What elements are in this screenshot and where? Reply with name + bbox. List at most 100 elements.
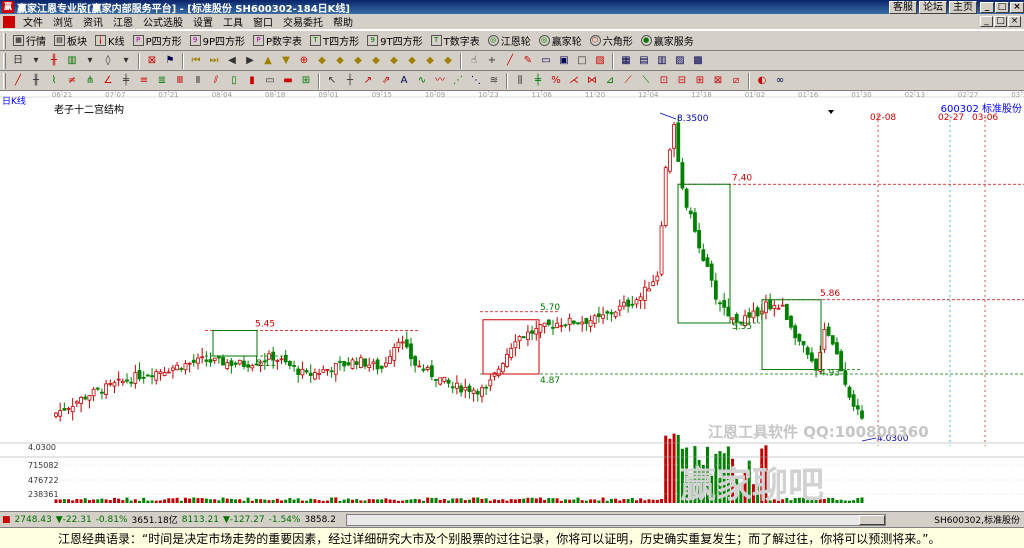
percent-tool-icon[interactable]: % <box>548 73 564 89</box>
hexagon-button[interactable]: ⬡ 六角形 <box>586 32 637 50</box>
maximize-button[interactable]: □ <box>995 1 1009 13</box>
diamond-icon[interactable]: ◆ <box>404 53 420 69</box>
gann-box-icon[interactable]: ⊿ <box>602 73 618 89</box>
mdi-minimize-button[interactable]: _ <box>980 16 993 27</box>
menu-formula[interactable]: 公式选股 <box>138 14 188 29</box>
box-tool-icon[interactable]: ▯ <box>226 73 242 89</box>
winner-service-button[interactable]: ● 赢家服务 <box>637 32 698 50</box>
minimize-button[interactable]: _ <box>980 1 994 13</box>
9p-square-button[interactable]: 9 9P四方形 <box>186 32 249 50</box>
channel-tool-icon[interactable]: ⫽ <box>208 73 224 89</box>
table-icon[interactable]: ▦ <box>618 53 634 69</box>
gann-square-icon[interactable]: ⊟ <box>674 73 690 89</box>
document-icon[interactable] <box>3 15 15 28</box>
ray-tool-icon[interactable]: ⇗ <box>378 73 394 89</box>
plus-icon[interactable]: + <box>484 53 500 69</box>
prev-icon[interactable]: ◀ <box>224 53 240 69</box>
box-tool-icon[interactable]: ▮ <box>244 73 260 89</box>
down-icon[interactable]: ▼ <box>278 53 294 69</box>
cycle-tool-icon[interactable]: Ⅱ <box>190 73 206 89</box>
chevron-down-icon[interactable]: ▾ <box>82 53 98 69</box>
menu-gann[interactable]: 江恩 <box>108 14 138 29</box>
fib-tool-icon[interactable]: ≣ <box>154 73 170 89</box>
table-icon[interactable]: ▤ <box>636 53 652 69</box>
text-tool-icon[interactable]: A <box>396 73 412 89</box>
diamond-icon[interactable]: ◆ <box>386 53 402 69</box>
arrow-tool-icon[interactable]: ↗ <box>360 73 376 89</box>
gann-grid-icon[interactable]: ⋈ <box>584 73 600 89</box>
toolbar-grip[interactable] <box>3 72 6 89</box>
last-icon[interactable]: ⏭ <box>206 53 222 69</box>
table-icon[interactable]: ▩ <box>690 53 706 69</box>
wave-tool-icon[interactable]: ∿ <box>414 73 430 89</box>
gann-angle-icon[interactable]: ⟋ <box>620 73 636 89</box>
wave-tool-icon[interactable]: 〰 <box>432 73 448 89</box>
bar-chart-icon[interactable]: ▥ <box>64 53 80 69</box>
diamond-icon[interactable]: ◆ <box>422 53 438 69</box>
t-number-table-button[interactable]: T T数字表 <box>427 32 484 50</box>
9t-square-button[interactable]: 9 9T四方形 <box>363 32 426 50</box>
rect-icon[interactable]: ▣ <box>556 53 572 69</box>
level-tool-icon[interactable]: ≋ <box>486 73 502 89</box>
diamond-icon[interactable]: ◆ <box>368 53 384 69</box>
grid-tool-icon[interactable]: ╪ <box>118 73 134 89</box>
menu-help[interactable]: 帮助 <box>328 14 358 29</box>
chart-tool-icon[interactable]: ╪ <box>530 73 546 89</box>
menu-tools[interactable]: 工具 <box>218 14 248 29</box>
link-home[interactable]: 主页 <box>949 0 977 14</box>
gann-square-icon[interactable]: ⊠ <box>710 73 726 89</box>
up-icon[interactable]: ▲ <box>260 53 276 69</box>
flag-icon[interactable]: ⚑ <box>162 53 178 69</box>
gann-square-icon[interactable]: ⊞ <box>692 73 708 89</box>
index-icon[interactable]: ◊ <box>100 53 116 69</box>
crosshair-icon[interactable]: ⊕ <box>296 53 312 69</box>
gann-square-icon[interactable]: ⊡ <box>656 73 672 89</box>
trend-tool-icon[interactable]: ⋰ <box>450 73 466 89</box>
chevron-down-icon[interactable]: ▾ <box>118 53 134 69</box>
fib-tool-icon[interactable]: ≡ <box>136 73 152 89</box>
quotes-button[interactable]: ▦ 行情 <box>9 32 50 50</box>
gann-square-icon[interactable]: ⧄ <box>728 73 744 89</box>
link-service[interactable]: 客服 <box>889 0 917 14</box>
toolbar-grip[interactable] <box>3 52 6 69</box>
parallel-tool-icon[interactable]: ≠ <box>64 73 80 89</box>
app-icon[interactable]: 赢 <box>2 1 14 13</box>
chart-canvas[interactable]: 06-21 07-07 07-21 08-04 08-18 09-01 09-15 10-09… <box>0 91 1024 511</box>
mdi-restore-button[interactable]: □ <box>994 16 1007 27</box>
ruler-tool-icon[interactable]: ⫼ <box>512 73 528 89</box>
link-icon[interactable]: ∞ <box>772 73 788 89</box>
table-icon[interactable]: ▥ <box>654 53 670 69</box>
diamond-icon[interactable]: ◆ <box>440 53 456 69</box>
hand-icon[interactable]: ☝ <box>466 53 482 69</box>
horizontal-scrollbar[interactable] <box>345 513 886 526</box>
rect-icon[interactable]: ▭ <box>538 53 554 69</box>
cursor-tool-icon[interactable]: ↖ <box>324 73 340 89</box>
kline-chart[interactable]: 06-21 07-07 07-21 08-04 08-18 09-01 09-15 10-09… <box>0 91 1024 511</box>
menu-settings[interactable]: 设置 <box>188 14 218 29</box>
menu-trade[interactable]: 交易委托 <box>278 14 328 29</box>
box-tool-icon[interactable]: ▭ <box>262 73 278 89</box>
diamond-icon[interactable]: ◆ <box>332 53 348 69</box>
next-icon[interactable]: ▶ <box>242 53 258 69</box>
scrollbar-thumb[interactable] <box>858 514 885 525</box>
gann-angle-icon[interactable]: ⟍ <box>638 73 654 89</box>
chevron-down-icon[interactable]: ▾ <box>28 53 44 69</box>
trend-tool-icon[interactable]: ⋱ <box>468 73 484 89</box>
menu-file[interactable]: 文件 <box>18 14 48 29</box>
square-icon[interactable]: □ <box>574 53 590 69</box>
toolbar-grip[interactable] <box>3 32 6 49</box>
line-icon[interactable]: ╱ <box>502 53 518 69</box>
diamond-icon[interactable]: ◆ <box>350 53 366 69</box>
menu-window[interactable]: 窗口 <box>248 14 278 29</box>
pencil-icon[interactable]: ✎ <box>520 53 536 69</box>
t-square-button[interactable]: T T四方形 <box>306 32 363 50</box>
first-icon[interactable]: ⏮ <box>188 53 204 69</box>
winner-wheel-button[interactable]: ◎ 赢家轮 <box>535 32 586 50</box>
sectors-button[interactable]: ▤ 板块 <box>50 32 91 50</box>
p-number-table-button[interactable]: P P数字表 <box>249 32 306 50</box>
diamond-icon[interactable]: ◆ <box>314 53 330 69</box>
square-icon[interactable]: ▧ <box>592 53 608 69</box>
gann-wheel-button[interactable]: ◎ 江恩轮 <box>484 32 535 50</box>
line-tool-icon[interactable]: ╱ <box>10 73 26 89</box>
gann-fan-icon[interactable]: ⋌ <box>566 73 582 89</box>
